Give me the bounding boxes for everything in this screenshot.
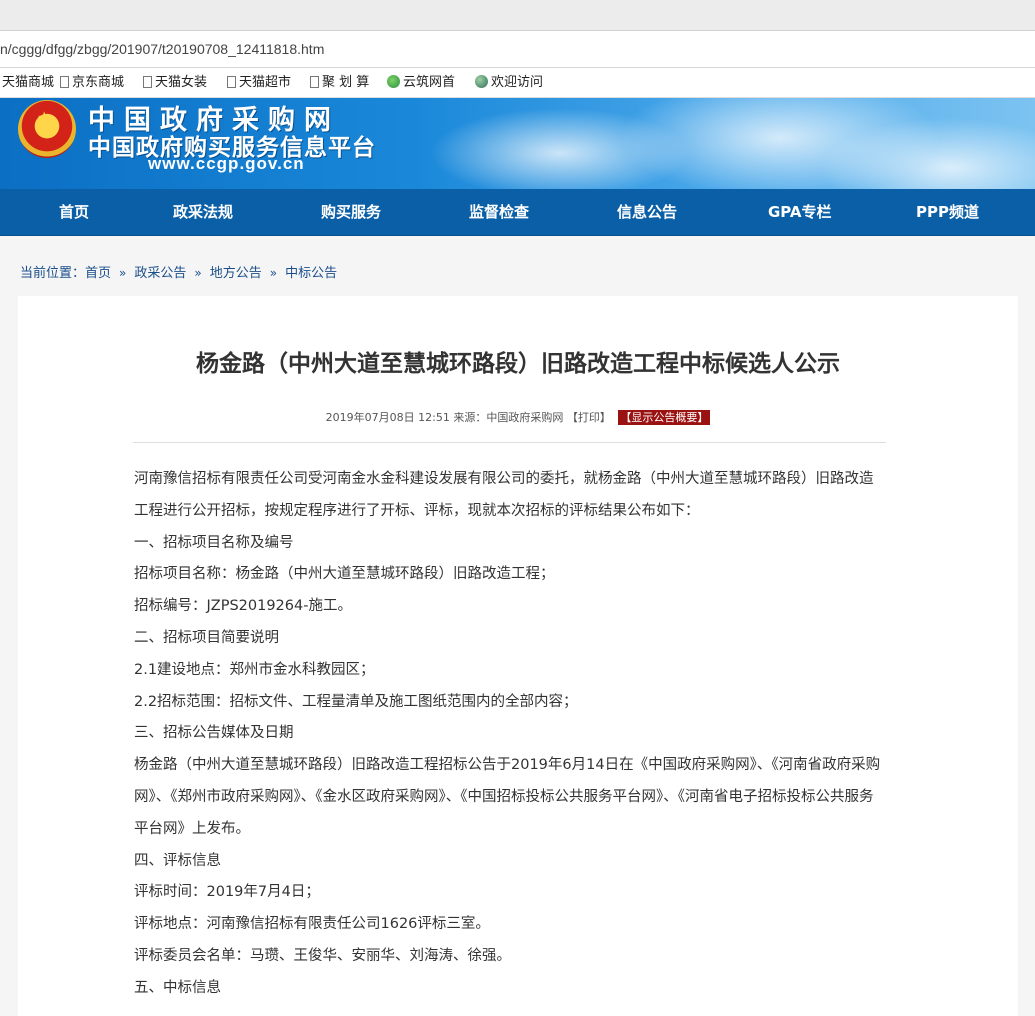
- paragraph: 2.2招标范围：招标文件、工程量清单及施工图纸范围内的全部内容；: [134, 693, 578, 710]
- yunzhu-icon: [387, 75, 400, 88]
- main-nav: 首页 政采法规 购买服务 监督检查 信息公告 GPA专栏 PPP频道: [0, 189, 1035, 236]
- breadcrumb-separator: »: [119, 266, 127, 280]
- bookmark-label: 云筑网首: [403, 75, 456, 90]
- url-text[interactable]: n/cggg/dfgg/zbgg/201907/t20190708_124118…: [0, 31, 324, 68]
- browser-tabstrip: [0, 0, 1035, 30]
- globe-icon: [475, 75, 488, 88]
- breadcrumb-award-notices[interactable]: 中标公告: [285, 266, 337, 281]
- nav-ppp[interactable]: PPP频道: [916, 189, 979, 235]
- site-banner: ★ 中国政府采购网 中国政府购买服务信息平台 www.ccgp.gov.cn: [0, 98, 1035, 189]
- star-icon: ★: [37, 108, 52, 127]
- paragraph: 评标地点：河南豫信招标有限责任公司1626评标三室。: [134, 916, 490, 933]
- page-icon: [227, 76, 236, 88]
- article-body: 河南豫信招标有限责任公司受河南金水金科建设发展有限公司的委托，就杨金路（中州大道…: [134, 464, 886, 1005]
- bookmark-label: 天猫超市: [239, 75, 292, 90]
- breadcrumb-procurement-notices[interactable]: 政采公告: [134, 266, 186, 281]
- article-source: 来源：中国政府采购网: [453, 411, 564, 424]
- paragraph: 评标委员会名单：马瓒、王俊华、安丽华、刘海涛、徐强。: [134, 947, 511, 964]
- bookmark-tmall-women[interactable]: 天猫女装: [143, 68, 207, 98]
- publish-date: 2019年07月08日 12:51: [325, 411, 450, 424]
- page-icon: [60, 76, 69, 88]
- section-heading: 五、中标信息: [134, 979, 221, 996]
- section-heading: 四、评标信息: [134, 852, 221, 869]
- bookmark-label: 京东商城: [72, 75, 125, 90]
- paragraph: 评标时间：2019年7月4日；: [134, 884, 320, 901]
- paragraph: 河南豫信招标有限责任公司受河南金水金科建设发展有限公司的委托，就杨金路（中州大道…: [134, 471, 874, 519]
- bookmark-welcome[interactable]: 欢迎访问: [475, 68, 543, 98]
- breadcrumb: 当前位置：首页 » 政采公告 » 地方公告 » 中标公告: [20, 262, 337, 284]
- nav-supervision[interactable]: 监督检查: [469, 189, 529, 235]
- bookmark-label: 天猫女装: [155, 75, 208, 90]
- address-bar[interactable]: n/cggg/dfgg/zbgg/201907/t20190708_124118…: [0, 30, 1035, 68]
- article-title: 杨金路（中州大道至慧城环路段）旧路改造工程中标候选人公示: [196, 351, 840, 377]
- nav-regulations[interactable]: 政采法规: [173, 189, 233, 235]
- paragraph: 2.1建设地点：郑州市金水科教园区；: [134, 661, 375, 678]
- bookmarks-bar: 天猫商城 京东商城 天猫女装 天猫超市 聚 划 算 云筑网首 欢迎访问: [0, 68, 1035, 98]
- print-link[interactable]: 【打印】: [567, 411, 611, 424]
- page-icon: [143, 76, 152, 88]
- bookmark-yunzhu[interactable]: 云筑网首: [387, 68, 455, 98]
- breadcrumb-label: 当前位置：: [20, 266, 86, 281]
- national-emblem-icon[interactable]: ★: [18, 100, 76, 158]
- section-heading: 一、招标项目名称及编号: [134, 534, 294, 551]
- bookmark-label: 天猫商城: [2, 75, 55, 90]
- nav-gpa[interactable]: GPA专栏: [768, 189, 832, 235]
- paragraph: 招标项目名称：杨金路（中州大道至慧城环路段）旧路改造工程；: [134, 566, 555, 583]
- paragraph: 杨金路（中州大道至慧城环路段）旧路改造工程招标公告于2019年6月14日在《中国…: [134, 757, 881, 837]
- nav-purchase-services[interactable]: 购买服务: [321, 189, 381, 235]
- bookmark-juhuasuan[interactable]: 聚 划 算: [310, 68, 369, 98]
- paragraph: 招标编号：JZPS2019264-施工。: [134, 598, 352, 615]
- breadcrumb-local-notices[interactable]: 地方公告: [210, 266, 262, 281]
- bookmark-jd[interactable]: 京东商城: [60, 68, 124, 98]
- section-heading: 二、招标项目简要说明: [134, 629, 279, 646]
- breadcrumb-home[interactable]: 首页: [85, 266, 111, 281]
- site-url: www.ccgp.gov.cn: [148, 154, 305, 173]
- section-heading: 三、招标公告媒体及日期: [134, 725, 294, 742]
- bookmark-label: 欢迎访问: [491, 75, 544, 90]
- bookmark-tmall-supermarket[interactable]: 天猫超市: [227, 68, 291, 98]
- show-summary-button[interactable]: 【显示公告概要】: [618, 410, 711, 425]
- article-meta: 2019年07月08日 12:51 来源：中国政府采购网 【打印】 【显示公告概…: [18, 409, 1018, 425]
- content-panel: 杨金路（中州大道至慧城环路段）旧路改造工程中标候选人公示 2019年07月08日…: [18, 296, 1018, 1016]
- breadcrumb-separator: »: [194, 266, 202, 280]
- breadcrumb-separator: »: [269, 266, 278, 280]
- nav-announcements[interactable]: 信息公告: [617, 189, 677, 235]
- nav-home[interactable]: 首页: [59, 189, 89, 235]
- divider: [133, 442, 886, 443]
- page-icon: [310, 76, 319, 88]
- bookmark-tmall[interactable]: 天猫商城: [0, 68, 54, 98]
- bookmark-label: 聚 划 算: [322, 75, 370, 90]
